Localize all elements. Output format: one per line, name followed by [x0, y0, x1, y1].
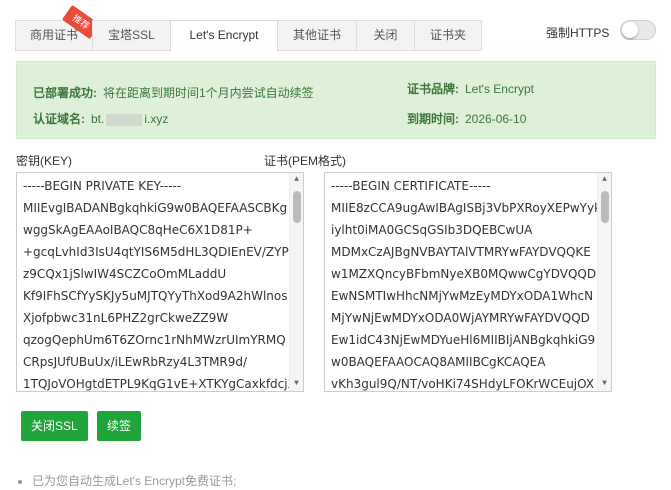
- ssl-tabs: 商用证书 推荐 宝塔SSL Let's Encrypt 其他证书 关闭 证书夹: [15, 4, 482, 51]
- tab-commercial-cert[interactable]: 商用证书 推荐: [15, 4, 101, 50]
- domain-label: 认证域名:: [33, 112, 85, 126]
- code-line: Xjofpbwc31nL6PHZ2grCkweZZ9W: [23, 311, 229, 325]
- status-label: 已部署成功:: [33, 86, 97, 100]
- scroll-down-icon[interactable]: ▼: [290, 377, 303, 391]
- code-line: qzogQephUm6T6ZOrnc1rNhMWzrUImYRMQ: [23, 333, 286, 347]
- code-line: Kf9IFhSCfYySKJy5uMJTQYyThXod9A2hWlnos: [23, 289, 288, 303]
- toggle-knob: [622, 22, 638, 38]
- cert-brand: 证书品牌: Let's Encrypt: [407, 80, 534, 97]
- tab-baota-ssl[interactable]: 宝塔SSL: [92, 20, 171, 50]
- brand-value: Let's Encrypt: [465, 82, 534, 96]
- tab-label: 其他证书: [292, 28, 341, 42]
- tab-close[interactable]: 关闭: [356, 20, 415, 50]
- domain-suffix: i.xyz: [144, 112, 169, 126]
- code-line: EwNSMTIwHhcNMjYwMzEyMDYxODA1WhcN: [331, 289, 594, 303]
- tab-other-cert[interactable]: 其他证书: [277, 20, 357, 50]
- bullet-icon: [18, 479, 22, 484]
- close-ssl-button[interactable]: 关闭SSL: [21, 411, 88, 441]
- cert-label: 证书(PEM格式): [264, 154, 346, 168]
- cert-info-panel: 已部署成功: 将在距离到期时间1个月内尝试自动续签 认证域名: bt. i.xyz 证…: [16, 61, 656, 139]
- cert-scrollbar[interactable]: ▲ ▼: [597, 173, 611, 391]
- cert-expiry: 到期时间: 2026-06-10: [407, 110, 526, 127]
- footer-note: 已为您自动生成Let's Encrypt免费证书;: [18, 472, 236, 489]
- status-value: 将在距离到期时间1个月内尝试自动续签: [103, 86, 314, 100]
- domain-redaction: [106, 113, 143, 126]
- tab-label: 关闭: [373, 28, 398, 42]
- key-lines: -----BEGIN PRIVATE KEY----- MIIEvgIBADANB…: [23, 179, 296, 391]
- code-line: +gcqLvhId3IsU4qtYIS6M5dHL3QDIEnEV/ZYPk: [23, 245, 296, 259]
- expiry-value: 2026-06-10: [465, 112, 527, 126]
- private-key-textarea[interactable]: -----BEGIN PRIVATE KEY----- MIIEvgIBADANB…: [16, 172, 304, 392]
- tab-label: 证书夹: [429, 28, 466, 42]
- key-scrollbar[interactable]: ▲ ▼: [289, 173, 303, 391]
- code-line: vKh3gul9Q/NT/voHKi74SHdyLFOKrWCEujOX: [331, 377, 595, 391]
- scroll-thumb[interactable]: [601, 191, 609, 223]
- certificate-textarea[interactable]: -----BEGIN CERTIFICATE----- MIIE8zCCA9ugA…: [324, 172, 612, 392]
- scroll-thumb[interactable]: [293, 191, 301, 223]
- force-https-toggle[interactable]: [620, 20, 656, 40]
- scroll-up-icon[interactable]: ▲: [598, 173, 611, 187]
- code-line: MIIEvgIBADANBgkqhkiG9w0BAQEFAASCBKg: [23, 201, 288, 215]
- scroll-down-icon[interactable]: ▼: [598, 377, 611, 391]
- force-https-label: 强制HTTPS: [546, 26, 610, 40]
- tab-lets-encrypt[interactable]: Let's Encrypt: [170, 20, 278, 51]
- code-line: z9CQx1jSlwIW4SCZCoOmMLaddU: [23, 267, 227, 281]
- tab-cert-folder[interactable]: 证书夹: [414, 20, 482, 50]
- cert-lines: -----BEGIN CERTIFICATE----- MIIE8zCCA9ugA…: [331, 179, 602, 391]
- code-line: iylht0iMA0GCSqGSIb3DQEBCwUA: [331, 223, 533, 237]
- code-line: -----BEGIN PRIVATE KEY-----: [23, 179, 182, 193]
- expiry-label: 到期时间:: [407, 112, 459, 126]
- cert-domain: 认证域名: bt. i.xyz: [33, 110, 168, 127]
- tab-label: 宝塔SSL: [108, 28, 155, 42]
- footer-note-text: 已为您自动生成Let's Encrypt免费证书;: [32, 474, 237, 488]
- brand-label: 证书品牌:: [407, 82, 459, 96]
- code-line: MDMxCzAJBgNVBAYTAlVTMRYwFAYDVQQKE: [331, 245, 591, 259]
- code-line: 1TQJoVOHgtdETPL9KqG1vE+XTKYgCaxkfdcjX: [23, 377, 296, 391]
- tab-label: 商用证书: [29, 28, 78, 42]
- code-line: w1MZXQncyBFbmNyeXB0MQwwCgYDVQQD: [331, 267, 597, 281]
- renew-button[interactable]: 续签: [97, 411, 142, 441]
- code-line: CRpsJUfUBuUx/iLEwRbRzy4L3TMR9d/: [23, 355, 248, 369]
- code-line: Ew1idC43NjEwMDYueHl6MIIBIjANBgkqhkiG9: [331, 333, 596, 347]
- code-line: -----BEGIN CERTIFICATE-----: [331, 179, 491, 193]
- domain-prefix: bt.: [91, 112, 105, 126]
- code-line: MjYwNjEwMDYxODA0WjAYMRYwFAYDVQQD: [331, 311, 590, 325]
- tab-label: Let's Encrypt: [189, 28, 259, 42]
- code-line: MIIE8zCCA9ugAwIBAgISBj3VbPXRoyXEPwYyk: [331, 201, 602, 215]
- deploy-status: 已部署成功: 将在距离到期时间1个月内尝试自动续签: [33, 84, 314, 101]
- domain-value: bt. i.xyz: [91, 112, 168, 126]
- code-line: wggSkAgEAAoIBAQC8qHeC6X1D81P+: [23, 223, 253, 237]
- scroll-up-icon[interactable]: ▲: [290, 173, 303, 187]
- key-label: 密钥(KEY): [16, 154, 73, 168]
- code-line: w0BAQEFAAOCAQ8AMIIBCgKCAQEA: [331, 355, 546, 369]
